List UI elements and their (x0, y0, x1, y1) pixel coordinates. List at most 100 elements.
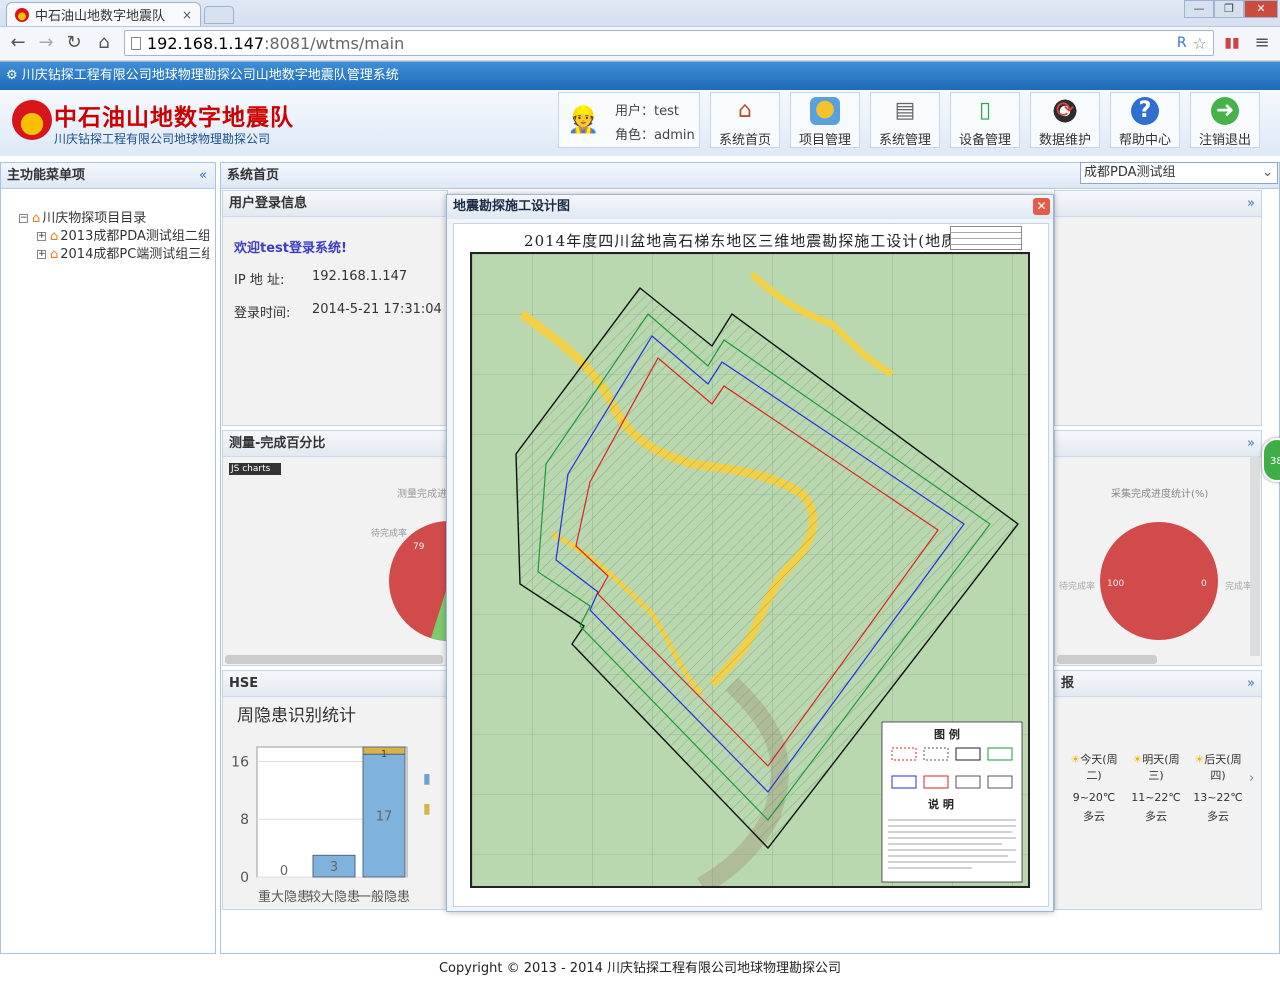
forward-icon[interactable]: → (34, 31, 58, 55)
nav-logout[interactable]: ➜ 注销退出 (1190, 92, 1260, 148)
hse-panel-title: HSE (229, 676, 259, 691)
notes-title: 说 明 (928, 797, 954, 811)
geologic-map[interactable]: 图 例 说 明 (470, 252, 1030, 888)
sun-cloud-icon: ☀ (1132, 753, 1143, 766)
back-icon[interactable]: ← (6, 31, 30, 55)
expand-icon[interactable]: » (1247, 431, 1255, 457)
login-time-label: 登录时间: (234, 306, 291, 321)
group-select[interactable]: 成都PDA测试组 ⌄ (1080, 162, 1278, 184)
browser-toolbar: ← → ↻ ⌂ 192.168.1.147:8081/wtms/main R ☆… (0, 26, 1280, 60)
vertical-scrollbar[interactable] (1250, 456, 1260, 656)
logo-subtitle: 川庆钻探工程有限公司地球物理勘探公司 (54, 132, 271, 146)
weather-day-today: ☀今天(周二) 9~20℃ 多云 (1063, 751, 1125, 824)
sidebar-header: 主功能菜单项 « (1, 163, 215, 189)
folder-home-icon: ⌂ (50, 247, 59, 262)
bar-value-label: 1 (381, 749, 387, 760)
address-bar[interactable]: 192.168.1.147:8081/wtms/main R ☆ (124, 30, 1214, 56)
nav-help[interactable]: ? 帮助中心 (1110, 92, 1180, 148)
favicon-icon (15, 7, 29, 22)
nav-data-label: 数据维护 (1038, 133, 1091, 148)
expand-icon[interactable]: » (1247, 671, 1255, 697)
ip-label: IP 地 址: (234, 273, 285, 288)
maximize-button[interactable]: ❐ (1214, 0, 1244, 18)
gear-icon: ⚙ (6, 68, 18, 83)
collapse-icon[interactable]: « (199, 163, 207, 189)
horizontal-scrollbar[interactable] (1057, 655, 1157, 664)
url-host: 192.168.1.147 (147, 33, 265, 53)
nav-home[interactable]: ⌂ 系统首页 (710, 92, 780, 148)
pie-right-label: 完成率 (1225, 582, 1253, 592)
bar-value-label: 3 (330, 860, 338, 875)
user-name: 用户：test (615, 104, 679, 119)
footer-copyright: Copyright © 2013 - 2014 川庆钻探工程有限公司地球物理勘探… (438, 961, 842, 976)
nav-data[interactable]: ⟳ 数据维护 (1030, 92, 1100, 148)
collapse-toggle-icon[interactable]: − (19, 214, 28, 223)
survey-chart-title: 测量完成进 (397, 489, 447, 500)
tree-item-2013[interactable]: + ⌂ 2013成都PDA测试组二组 (37, 225, 209, 244)
right-top-panel: » (1054, 190, 1262, 426)
horizontal-scrollbar[interactable] (225, 655, 443, 664)
reload-icon[interactable]: ↻ (62, 31, 86, 55)
survey-panel-header: 测量-完成百分比 (223, 431, 447, 457)
survey-panel-title: 测量-完成百分比 (229, 436, 326, 451)
x-category-label: 一般隐患 (358, 889, 410, 905)
next-arrow-icon[interactable]: › (1249, 771, 1254, 786)
menu-icon[interactable]: ≡ (1250, 31, 1274, 55)
weather-day-after: ☀后天(周四) 13~22℃ 多云 (1187, 751, 1249, 824)
collection-panel: » 采集完成进度统计(%) 待完成率 100 0 完成率 (1054, 430, 1262, 666)
survey-pie: 79 (389, 521, 449, 641)
collection-chart-title: 采集完成进度统计(%) (1111, 489, 1209, 500)
footer: Copyright © 2013 - 2014 川庆钻探工程有限公司地球物理勘探… (0, 954, 1280, 984)
nav-system[interactable]: ▤ 系统管理 (870, 92, 940, 148)
sun-cloud-icon: ☀ (1070, 753, 1081, 766)
refresh-icon: ⟳ (1050, 97, 1080, 125)
browser-tab[interactable]: 中石油山地数字地震队 × (6, 2, 201, 26)
x-category-label: 重大隐患 (258, 889, 310, 905)
help-icon: ? (1131, 97, 1159, 125)
extension-icon[interactable]: ▮▮ (1220, 31, 1244, 55)
tab-close-icon[interactable]: × (182, 8, 192, 22)
y-tick-label: 0 (240, 870, 249, 886)
minimize-button[interactable]: — (1184, 0, 1214, 18)
x-category-label: 较大隐患 (308, 890, 360, 905)
nav-project-label: 项目管理 (798, 133, 851, 148)
folder-home-icon: ⌂ (32, 211, 41, 226)
nav-home-label: 系统首页 (718, 133, 771, 148)
y-tick-label: 8 (240, 812, 249, 828)
browser-chrome: 中石油山地数字地震队 × — ❐ ✕ ← → ↻ ⌂ 192.168.1.147… (0, 0, 1280, 62)
weather-panel: 报 » ☀今天(周二) 9~20℃ 多云 ☀明天(周三) 11~22℃ 多云 ☀… (1054, 670, 1262, 910)
nav-project[interactable]: 项目管理 (790, 92, 860, 148)
pie-right-value: 0 (1201, 579, 1207, 589)
expand-toggle-icon[interactable]: + (37, 250, 46, 259)
dialog-title-bar[interactable]: 地震勘探施工设计图 (447, 195, 1053, 219)
hse-panel: HSE 周隐患识别统计 16 8 0 0 重大隐患 3 较大隐患 17 1 一般隐患 ▮ ▮ (222, 670, 448, 910)
hse-panel-header: HSE (223, 671, 447, 697)
translate-icon[interactable]: R (1177, 35, 1187, 51)
close-window-button[interactable]: ✕ (1244, 0, 1278, 18)
expand-toggle-icon[interactable]: + (37, 232, 46, 241)
nav-device[interactable]: ▯ 设备管理 (950, 92, 1020, 148)
bookmark-star-icon[interactable]: ☆ (1193, 34, 1207, 53)
legend-bar-icon: ▮ (423, 801, 431, 817)
logo-title: 中石油山地数字地震队 (54, 105, 294, 131)
tree-root[interactable]: − ⌂ 川庆物探项目目录 (19, 207, 146, 226)
welcome-text: 欢迎test登录系统! (234, 241, 347, 256)
expand-icon[interactable]: » (1247, 191, 1255, 217)
home-icon: ⌂ (738, 98, 752, 123)
user-info-card: 👷 用户：test 角色：admin (558, 92, 700, 148)
weather-temp: 11~22℃ (1131, 791, 1181, 804)
weather-desc: 多云 (1207, 810, 1229, 823)
y-tick-label: 16 (231, 754, 249, 770)
weather-desc: 多云 (1083, 810, 1105, 823)
phone-icon: ▯ (978, 98, 992, 123)
weather-day-label: ☀后天(周四) (1194, 753, 1242, 782)
login-info-panel: 用户登录信息 欢迎test登录系统! IP 地 址: 192.168.1.147… (222, 190, 448, 426)
dialog-close-icon[interactable]: ✕ (1033, 198, 1050, 215)
new-tab-button[interactable] (204, 6, 234, 24)
survey-map-drawing: 图 例 说 明 (472, 254, 1028, 886)
sun-cloud-icon: ☀ (1194, 753, 1205, 766)
tree-item-2014[interactable]: + ⌂ 2014成都PC端测试组三组 (37, 243, 209, 262)
survey-panel: 测量-完成百分比 JS charts 测量完成进 待完成率 79 (222, 430, 449, 666)
home-page-icon[interactable]: ⌂ (92, 31, 116, 55)
floating-badge[interactable]: 38 (1262, 438, 1280, 482)
